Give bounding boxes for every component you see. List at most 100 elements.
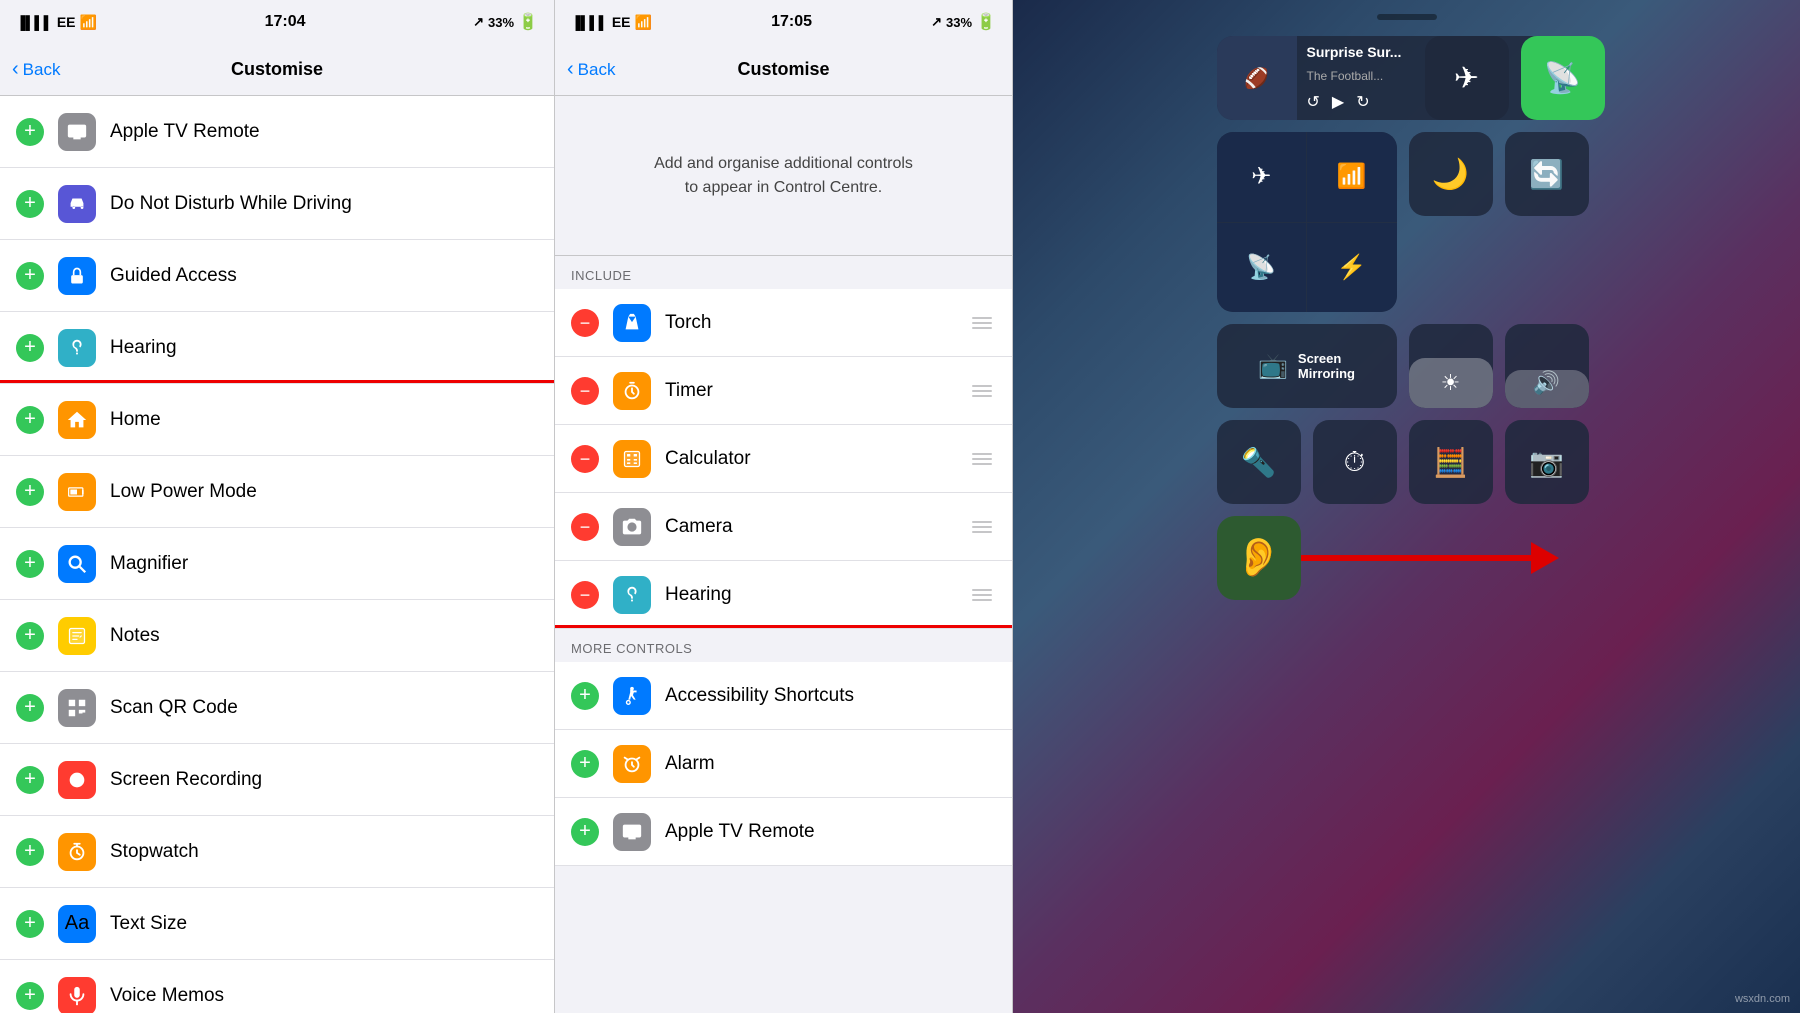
more-add-btn-alarm[interactable]: + xyxy=(571,750,599,778)
more-item-accessibility-shortcuts[interactable]: +Accessibility Shortcuts xyxy=(555,662,1012,730)
item-icon-apple-tv-remote xyxy=(58,113,96,151)
item-label-low-power-mode: Low Power Mode xyxy=(110,481,538,503)
add-btn-stopwatch[interactable]: + xyxy=(16,838,44,866)
add-btn-voice-memos[interactable]: + xyxy=(16,982,44,1010)
more-add-btn-apple-tv-remote[interactable]: + xyxy=(571,818,599,846)
signal-icon: ▐▌▌▌ xyxy=(16,15,53,30)
carrier-label: EE xyxy=(57,14,76,30)
back-button-1[interactable]: ‹ Back xyxy=(12,58,60,81)
remove-btn-hearing[interactable]: − xyxy=(571,581,599,609)
cc-airplane-tile[interactable]: ✈ xyxy=(1425,36,1509,120)
more-item-alarm[interactable]: +Alarm xyxy=(555,730,1012,798)
drag-handle-hearing[interactable] xyxy=(968,585,996,605)
list-item-scan-qr-code[interactable]: +Scan QR Code xyxy=(0,672,554,744)
cc-calculator-tile[interactable]: 🧮 xyxy=(1409,420,1493,504)
include-item-calculator[interactable]: −Calculator xyxy=(555,425,1012,493)
item-icon-do-not-disturb xyxy=(58,185,96,223)
info-box: Add and organise additional controls to … xyxy=(555,96,1012,256)
cc-wifi-cell[interactable]: 📡 xyxy=(1217,223,1307,313)
item-icon-inc-camera xyxy=(613,508,651,546)
item-icon-more-alarm xyxy=(613,745,651,783)
battery-label-2: 33% xyxy=(946,15,972,30)
cc-bluetooth-cell[interactable]: ⚡ xyxy=(1307,223,1397,313)
wifi-icon: 📶 xyxy=(80,14,97,31)
cc-row-4: 🔦 ⏱ 🧮 📷 xyxy=(1217,420,1597,504)
list-item-notes[interactable]: +Notes xyxy=(0,600,554,672)
volume-icon: 🔊 xyxy=(1533,370,1560,396)
status-bar-1: ▐▌▌▌ EE 📶 17:04 ↗ 33% 🔋 xyxy=(0,0,554,44)
add-btn-do-not-disturb[interactable]: + xyxy=(16,190,44,218)
more-item-apple-tv-remote[interactable]: + Apple TV Remote xyxy=(555,798,1012,866)
drag-handle-timer[interactable] xyxy=(968,381,996,401)
item-icon-magnifier xyxy=(58,545,96,583)
cc-dnd-tile[interactable]: 🌙 xyxy=(1409,132,1493,216)
add-btn-hearing[interactable]: + xyxy=(16,334,44,362)
add-btn-low-power-mode[interactable]: + xyxy=(16,478,44,506)
list-item-apple-tv-remote[interactable]: +Apple TV Remote xyxy=(0,96,554,168)
cc-red-arrow xyxy=(1301,542,1559,574)
cc-brightness-slider[interactable]: ☀ xyxy=(1409,324,1493,408)
list-item-magnifier[interactable]: +Magnifier xyxy=(0,528,554,600)
play-icon[interactable]: ▶ xyxy=(1332,92,1344,112)
include-item-timer[interactable]: −Timer xyxy=(555,357,1012,425)
list-item-stopwatch[interactable]: +Stopwatch xyxy=(0,816,554,888)
add-btn-guided-access[interactable]: + xyxy=(16,262,44,290)
more-add-btn-accessibility-shortcuts[interactable]: + xyxy=(571,682,599,710)
wifi-icon-2: 📶 xyxy=(635,14,652,31)
drag-handle-calculator[interactable] xyxy=(968,449,996,469)
remove-btn-camera[interactable]: − xyxy=(571,513,599,541)
drag-handle-camera[interactable] xyxy=(968,517,996,537)
item-icon-scan-qr-code xyxy=(58,689,96,727)
item-label-more-apple-tv-remote: Apple TV Remote xyxy=(665,821,996,843)
battery-icon-2: 🔋 xyxy=(976,12,996,32)
list-item-voice-memos[interactable]: +Voice Memos xyxy=(0,960,554,1013)
item-icon-stopwatch xyxy=(58,833,96,871)
list-item-hearing[interactable]: +Hearing xyxy=(0,312,554,384)
item-label-screen-recording: Screen Recording xyxy=(110,769,538,791)
cc-signal-cell[interactable]: 📶 xyxy=(1307,132,1397,222)
cc-hearing-tile[interactable]: 👂 xyxy=(1217,516,1301,600)
timer-icon: ⏱ xyxy=(1344,446,1366,479)
cc-connectivity-grid[interactable]: ✈ 📶 📡 ⚡ xyxy=(1217,132,1397,312)
list-item-do-not-disturb[interactable]: +Do Not Disturb While Driving xyxy=(0,168,554,240)
item-label-guided-access: Guided Access xyxy=(110,265,538,287)
back-label-1[interactable]: Back xyxy=(23,60,61,80)
list-item-text-size[interactable]: +AaText Size xyxy=(0,888,554,960)
cc-wifi-tile[interactable]: 📡 xyxy=(1521,36,1605,120)
list-item-low-power-mode[interactable]: + Low Power Mode xyxy=(0,456,554,528)
list-container-1: +Apple TV Remote+Do Not Disturb While Dr… xyxy=(0,96,554,1013)
include-item-torch[interactable]: −Torch xyxy=(555,289,1012,357)
rewind-icon[interactable]: ↺ xyxy=(1307,92,1320,112)
info-text: Add and organise additional controls to … xyxy=(654,152,913,200)
add-btn-home[interactable]: + xyxy=(16,406,44,434)
nav-bar-1: ‹ Back Customise xyxy=(0,44,554,96)
include-item-hearing[interactable]: −Hearing xyxy=(555,561,1012,629)
add-btn-text-size[interactable]: + xyxy=(16,910,44,938)
forward-icon[interactable]: ↻ xyxy=(1356,92,1369,112)
list-item-screen-recording[interactable]: + Screen Recording xyxy=(0,744,554,816)
cc-rotation-tile[interactable]: 🔄 xyxy=(1505,132,1589,216)
list-item-guided-access[interactable]: + Guided Access xyxy=(0,240,554,312)
location-icon-2: ↗ xyxy=(931,14,942,30)
remove-btn-torch[interactable]: − xyxy=(571,309,599,337)
list-item-home[interactable]: +Home xyxy=(0,384,554,456)
cc-mirroring-tile[interactable]: 📺 ScreenMirroring xyxy=(1217,324,1397,408)
cc-torch-tile[interactable]: 🔦 xyxy=(1217,420,1301,504)
item-icon-notes xyxy=(58,617,96,655)
cc-volume-slider[interactable]: 🔊 xyxy=(1505,324,1589,408)
cc-camera-tile[interactable]: 📷 xyxy=(1505,420,1589,504)
remove-btn-calculator[interactable]: − xyxy=(571,445,599,473)
add-btn-scan-qr-code[interactable]: + xyxy=(16,694,44,722)
add-btn-apple-tv-remote[interactable]: + xyxy=(16,118,44,146)
back-button-2[interactable]: ‹ Back xyxy=(567,58,615,81)
add-btn-magnifier[interactable]: + xyxy=(16,550,44,578)
drag-handle-torch[interactable] xyxy=(968,313,996,333)
back-label-2[interactable]: Back xyxy=(578,60,616,80)
cc-airplane-cell[interactable]: ✈ xyxy=(1217,132,1307,222)
remove-btn-timer[interactable]: − xyxy=(571,377,599,405)
item-icon-more-accessibility-shortcuts xyxy=(613,677,651,715)
cc-timer-tile[interactable]: ⏱ xyxy=(1313,420,1397,504)
add-btn-notes[interactable]: + xyxy=(16,622,44,650)
include-item-camera[interactable]: −Camera xyxy=(555,493,1012,561)
add-btn-screen-recording[interactable]: + xyxy=(16,766,44,794)
